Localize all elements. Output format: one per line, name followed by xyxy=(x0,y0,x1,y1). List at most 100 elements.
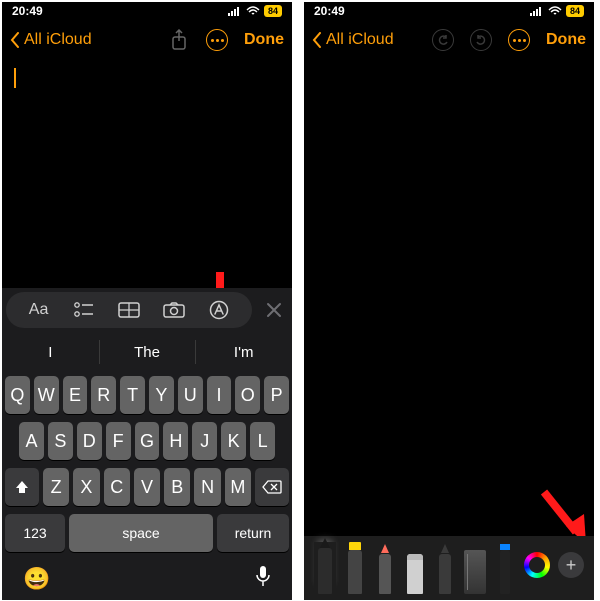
markup-icon xyxy=(209,300,229,320)
undo-icon xyxy=(437,34,449,46)
key-d[interactable]: D xyxy=(77,422,102,460)
key-123[interactable]: 123 xyxy=(5,514,65,552)
key-s[interactable]: S xyxy=(48,422,73,460)
nav-actions: Done xyxy=(432,29,586,51)
key-v[interactable]: V xyxy=(134,468,160,506)
tool-eraser[interactable] xyxy=(404,542,426,594)
redo-icon xyxy=(475,34,487,46)
emoji-button[interactable]: 😀 xyxy=(23,566,50,592)
battery-badge: 84 xyxy=(264,5,282,17)
key-f[interactable]: F xyxy=(106,422,131,460)
status-time: 20:49 xyxy=(314,4,345,18)
nav-bar: All iCloud Done xyxy=(2,20,292,60)
color-picker-button[interactable] xyxy=(524,552,550,578)
key-i[interactable]: I xyxy=(207,376,232,414)
tool-pixel[interactable] xyxy=(494,542,516,594)
key-t[interactable]: T xyxy=(120,376,145,414)
table-button[interactable] xyxy=(113,294,145,326)
share-button[interactable] xyxy=(168,29,190,51)
undo-button[interactable] xyxy=(432,29,454,51)
mic-icon xyxy=(255,565,271,587)
key-z[interactable]: Z xyxy=(43,468,69,506)
tool-ruler[interactable] xyxy=(464,542,486,594)
key-delete[interactable] xyxy=(255,468,289,506)
nav-actions: Done xyxy=(168,29,284,51)
key-space[interactable]: space xyxy=(69,514,213,552)
key-shift[interactable] xyxy=(5,468,39,506)
delete-icon xyxy=(262,480,282,494)
key-e[interactable]: E xyxy=(63,376,88,414)
drawing-canvas[interactable] xyxy=(304,60,594,76)
note-body[interactable] xyxy=(2,60,292,96)
key-n[interactable]: N xyxy=(194,468,220,506)
status-bar: 20:49 84 xyxy=(304,2,594,20)
ellipsis-icon xyxy=(211,39,224,42)
done-button[interactable]: Done xyxy=(244,31,284,49)
keyboard-bottom: 😀 xyxy=(5,560,289,594)
tool-pencil[interactable] xyxy=(374,542,396,594)
key-row-4: 123 space return xyxy=(5,514,289,552)
checklist-button[interactable] xyxy=(68,294,100,326)
signal-icon xyxy=(228,6,242,16)
more-button[interactable] xyxy=(206,29,228,51)
key-r[interactable]: R xyxy=(91,376,116,414)
key-u[interactable]: U xyxy=(178,376,203,414)
tool-marker[interactable] xyxy=(344,542,366,594)
nav-bar: All iCloud Done xyxy=(304,20,594,60)
key-row-1: Q W E R T Y U I O P xyxy=(5,376,289,414)
key-o[interactable]: O xyxy=(235,376,260,414)
ellipsis-icon xyxy=(513,39,526,42)
back-button[interactable]: All iCloud xyxy=(10,31,168,49)
redo-button[interactable] xyxy=(470,29,492,51)
format-button[interactable]: Aa xyxy=(23,294,55,326)
tool-lasso[interactable] xyxy=(434,542,456,594)
key-return[interactable]: return xyxy=(217,514,289,552)
back-label: All iCloud xyxy=(326,31,394,49)
share-icon xyxy=(170,29,188,51)
key-g[interactable]: G xyxy=(135,422,160,460)
done-button[interactable]: Done xyxy=(546,31,586,49)
tool-pen[interactable] xyxy=(314,542,336,594)
key-k[interactable]: K xyxy=(221,422,246,460)
table-icon xyxy=(118,302,140,318)
suggestion-2[interactable]: The xyxy=(99,332,196,372)
ruler-icon xyxy=(464,550,486,594)
key-y[interactable]: Y xyxy=(149,376,174,414)
mic-button[interactable] xyxy=(255,565,271,593)
key-m[interactable]: M xyxy=(225,468,251,506)
add-tool-button[interactable]: + xyxy=(558,552,584,578)
camera-button[interactable] xyxy=(158,294,190,326)
battery-badge: 84 xyxy=(566,5,584,17)
key-w[interactable]: W xyxy=(34,376,59,414)
chevron-left-icon xyxy=(10,32,20,48)
key-x[interactable]: X xyxy=(73,468,99,506)
more-button[interactable] xyxy=(508,29,530,51)
phone-left: 20:49 84 All iCloud Done A xyxy=(2,2,292,600)
status-right: 84 xyxy=(530,5,584,17)
key-c[interactable]: C xyxy=(104,468,130,506)
suggestion-3[interactable]: I'm xyxy=(195,332,292,372)
key-j[interactable]: J xyxy=(192,422,217,460)
wifi-icon xyxy=(246,6,260,16)
key-a[interactable]: A xyxy=(19,422,44,460)
suggestion-1[interactable]: I xyxy=(2,332,99,372)
keyboard-area: Aa I The I'm xyxy=(2,288,292,600)
camera-icon xyxy=(163,302,185,318)
checklist-icon xyxy=(74,302,94,318)
key-b[interactable]: B xyxy=(164,468,190,506)
key-p[interactable]: P xyxy=(264,376,289,414)
toolbar-pill: Aa xyxy=(6,292,252,328)
status-bar: 20:49 84 xyxy=(2,2,292,20)
key-h[interactable]: H xyxy=(163,422,188,460)
key-row-3: Z X C V B N M xyxy=(5,468,289,506)
chevron-left-icon xyxy=(312,32,322,48)
close-icon xyxy=(266,302,282,318)
key-row-2: A S D F G H J K L xyxy=(5,422,289,460)
key-l[interactable]: L xyxy=(250,422,275,460)
key-q[interactable]: Q xyxy=(5,376,30,414)
markup-button[interactable] xyxy=(203,294,235,326)
close-toolbar-button[interactable] xyxy=(256,302,292,318)
shift-icon xyxy=(14,479,30,495)
back-button[interactable]: All iCloud xyxy=(312,31,432,49)
text-cursor xyxy=(14,68,16,88)
